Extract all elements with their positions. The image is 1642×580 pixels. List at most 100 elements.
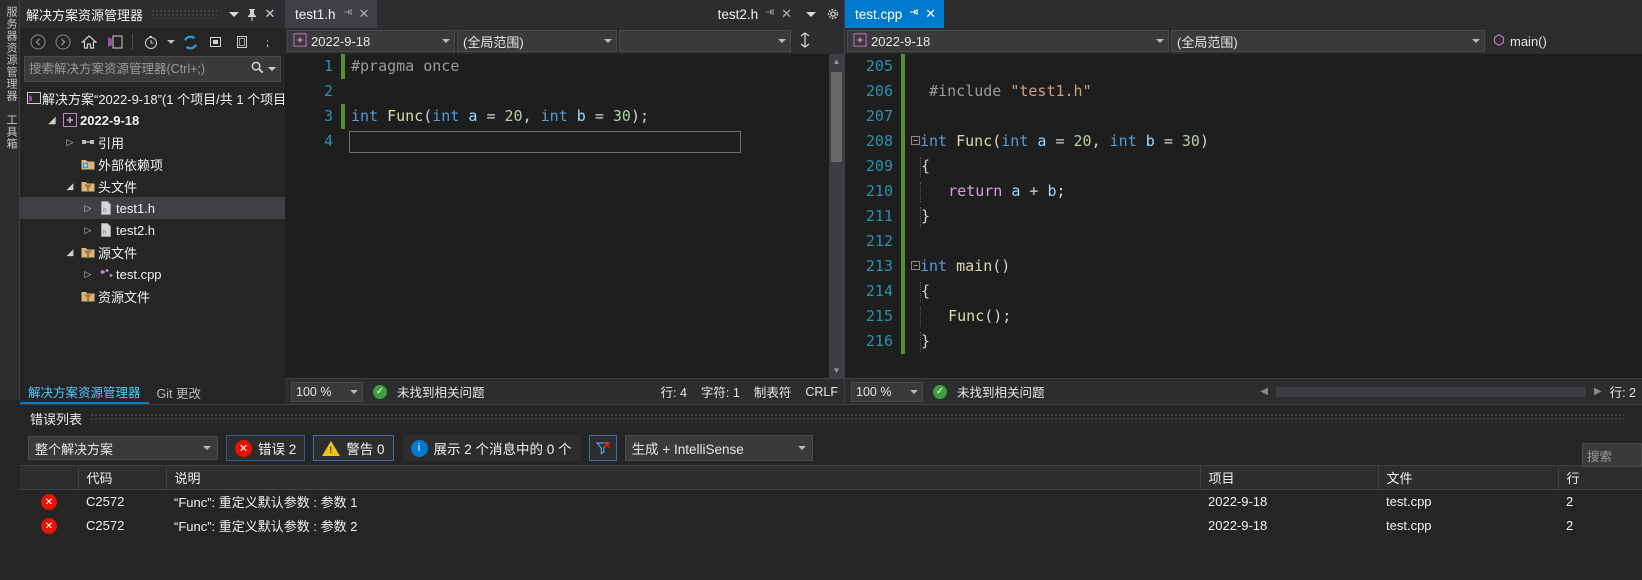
scope-filter-label: 整个解决方案 [35, 441, 114, 457]
errors-toggle-button[interactable]: ✕ 错误 2 [226, 435, 306, 461]
right-code-area[interactable]: 205 206 207 208 209 210 211 212 213 214 215 216 #in… [845, 54, 1642, 378]
expander-collapsed-icon[interactable]: ▷ [62, 137, 78, 148]
right-code-text[interactable]: #include "test1.h" − int Func(int a = 20,… [905, 54, 1642, 378]
error-list-search[interactable]: 搜索 [1582, 443, 1642, 467]
messages-toggle-button[interactable]: i 展示 2 个消息中的 0 个 [401, 435, 581, 461]
split-view-icon[interactable] [797, 31, 813, 51]
tree-item-4[interactable]: ◢ 头文件 [20, 175, 285, 197]
error-col-header-2[interactable]: 说明 [166, 465, 1201, 490]
chevron-down-icon[interactable] [797, 446, 806, 450]
close-icon[interactable]: ✕ [359, 6, 370, 22]
pending-changes-dropdown-icon[interactable] [165, 31, 177, 53]
panel-menu-icon[interactable] [225, 4, 243, 24]
expander-collapsed-icon[interactable]: ▷ [80, 203, 96, 214]
close-icon[interactable]: ✕ [261, 4, 279, 24]
fold-collapse-icon[interactable]: − [911, 136, 920, 145]
hscroll-left-icon[interactable]: ◀ [1260, 386, 1268, 397]
tree-item-0[interactable]: 解决方案“2022-9-18”(1 个项目/共 1 个项目) [20, 87, 285, 109]
pin-icon[interactable] [764, 7, 775, 21]
left-code-text[interactable]: #pragma once int Func(int a = 20, int b … [345, 54, 844, 378]
hscroll-right-icon[interactable]: ▶ [1594, 386, 1602, 397]
tree-item-8[interactable]: ▷ test.cpp [20, 263, 285, 285]
expander-collapsed-icon[interactable]: ▷ [80, 269, 96, 280]
error-col-header-1[interactable]: 代码 [78, 465, 167, 490]
close-icon[interactable]: ✕ [925, 6, 936, 22]
nav-project-dropdown[interactable]: 2022-9-18 [847, 30, 1169, 52]
tree-item-7[interactable]: ◢ 源文件 [20, 241, 285, 263]
left-code-area[interactable]: 1 2 3 4 #pragma once int Func(int a = 20, i… [285, 54, 844, 378]
vertical-tab-toolbox[interactable]: 工具箱 [0, 108, 22, 156]
pin-icon[interactable] [243, 4, 261, 24]
tree-item-1[interactable]: ◢ 2022-9-18 [20, 109, 285, 131]
toolbar-overflow-icon[interactable]: ⁏ [255, 31, 279, 53]
scroll-up-icon[interactable]: ▲ [829, 54, 844, 69]
scroll-down-icon[interactable]: ▼ [829, 363, 844, 378]
chevron-down-icon[interactable] [350, 389, 358, 394]
error-col-header-0[interactable] [20, 465, 79, 490]
solex-bottom-tab-1[interactable]: Git 更改 [149, 380, 209, 404]
tab-test1-h[interactable]: test1.h ✕ [285, 0, 378, 28]
scroll-thumb[interactable] [831, 72, 842, 162]
chevron-down-icon[interactable] [1472, 39, 1480, 43]
expander-expanded-icon[interactable]: ◢ [62, 247, 78, 258]
nav-scope-dropdown[interactable]: (全局范围) [1171, 30, 1485, 52]
errors-label: 错误 2 [258, 442, 297, 457]
pin-icon[interactable] [908, 7, 919, 21]
refresh-icon[interactable] [179, 31, 203, 53]
horizontal-scrollbar[interactable] [1275, 386, 1586, 397]
nav-project-dropdown[interactable]: 2022-9-18 [287, 30, 455, 52]
chevron-down-icon[interactable] [604, 39, 612, 43]
pin-icon[interactable] [342, 7, 353, 21]
chevron-down-icon[interactable] [800, 0, 822, 28]
gear-icon[interactable] [822, 0, 844, 28]
chevron-down-icon[interactable] [1156, 39, 1164, 43]
chevron-down-icon[interactable] [442, 39, 450, 43]
error-row[interactable]: ✕ C2572 “Func”: 重定义默认参数 : 参数 2 2022-9-18 tes… [20, 513, 1642, 538]
solex-bottom-tab-0[interactable]: 解决方案资源管理器 [20, 380, 149, 404]
pending-changes-icon[interactable] [139, 31, 163, 53]
home-icon[interactable] [77, 31, 101, 53]
build-filter-dropdown[interactable]: 生成 + IntelliSense [624, 435, 813, 461]
tree-item-6[interactable]: ▷ h test2.h [20, 219, 285, 241]
tree-item-2[interactable]: ▷ 引用 [20, 131, 285, 153]
chevron-down-icon[interactable] [778, 39, 786, 43]
error-col-header-4[interactable]: 文件 [1378, 465, 1559, 490]
chevron-down-icon[interactable] [203, 446, 211, 450]
left-vertical-scrollbar[interactable]: ▲ ▼ [829, 54, 844, 378]
error-col-header-3[interactable]: 项目 [1200, 465, 1379, 490]
tree-item-9[interactable]: 资源文件 [20, 285, 285, 307]
chevron-down-icon[interactable] [910, 389, 918, 394]
error-row[interactable]: ✕ C2572 “Func”: 重定义默认参数 : 参数 1 2022-9-18 tes… [20, 489, 1642, 514]
solution-tree[interactable]: 解决方案“2022-9-18”(1 个项目/共 1 个项目) ◢ 2022-9-18… [20, 85, 285, 390]
zoom-level-dropdown[interactable]: 100 % [291, 381, 363, 402]
solution-explorer-search[interactable] [24, 56, 281, 82]
tab-test2-h[interactable]: test2.h ✕ [707, 0, 800, 28]
back-arrow-icon[interactable] [26, 31, 50, 53]
nav-scope-dropdown[interactable]: (全局范围) [457, 30, 617, 52]
tree-item-3[interactable]: 外部依赖项 [20, 153, 285, 175]
scope-filter-dropdown[interactable]: 整个解决方案 [28, 436, 218, 460]
fold-collapse-icon[interactable]: − [911, 261, 920, 270]
expander-expanded-icon[interactable]: ◢ [62, 181, 78, 192]
nav-member-dropdown[interactable]: main() [1487, 30, 1640, 52]
tree-item-5[interactable]: ▷ h test1.h [20, 197, 285, 219]
vertical-tab-server-explorer[interactable]: 服务器资源管理器 [0, 0, 22, 108]
vs-start-page-icon[interactable] [103, 31, 127, 53]
zoom-level-dropdown[interactable]: 100 % [851, 381, 923, 402]
clear-filter-button[interactable] [588, 435, 617, 461]
search-icon[interactable] [250, 60, 265, 78]
expander-expanded-icon[interactable]: ◢ [44, 115, 60, 126]
expander-collapsed-icon[interactable]: ▷ [80, 225, 96, 236]
filter-folder-icon [78, 288, 98, 304]
close-icon[interactable]: ✕ [781, 6, 792, 22]
warnings-toggle-button[interactable]: 警告 0 [313, 435, 394, 461]
forward-arrow-icon[interactable] [52, 31, 76, 53]
nav-member-dropdown[interactable] [619, 30, 791, 52]
collapse-all-icon[interactable] [204, 31, 228, 53]
properties-icon[interactable] [230, 31, 254, 53]
error-col-header-5[interactable]: 行 [1558, 465, 1642, 490]
search-input[interactable] [29, 62, 250, 76]
tab-test-cpp[interactable]: test.cpp ✕ [845, 0, 945, 28]
caret-col: 字符: 1 [700, 386, 740, 400]
search-options-caret-icon[interactable] [268, 67, 276, 71]
